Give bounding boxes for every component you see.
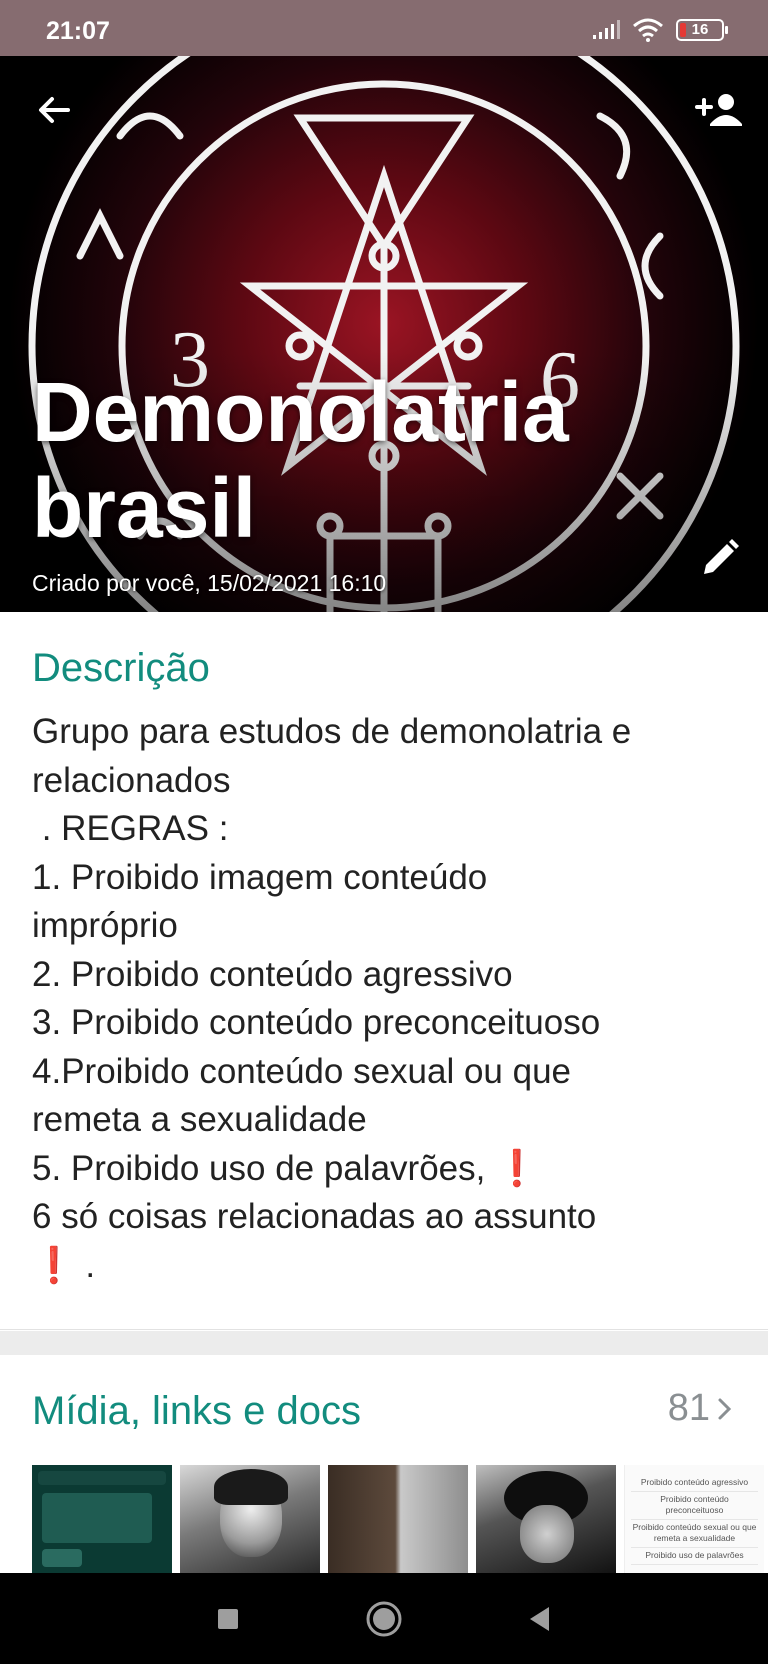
media-heading: Mídia, links e docs	[32, 1389, 362, 1433]
media-thumbnail-photo[interactable]	[328, 1465, 468, 1573]
description-line-text: 5. Proibido uso de palavrões,	[32, 1148, 496, 1188]
home-circle-icon[interactable]	[362, 1597, 406, 1641]
exclamation-icon: ❗	[495, 1148, 539, 1188]
edit-pencil-icon[interactable]	[696, 534, 744, 582]
media-count: 81	[667, 1387, 710, 1429]
doc-thumb-line: Proibido uso de palavrões	[631, 1548, 758, 1565]
status-icons: 16	[592, 18, 728, 42]
description-line: 6 só coisas relacionadas ao assunto	[32, 1197, 597, 1236]
system-nav-bar	[0, 1573, 768, 1664]
doc-thumb-line: Proibido conteúdo preconceituoso	[631, 1492, 758, 1520]
created-info: Criado por você, 15/02/2021 16:10	[32, 570, 387, 596]
media-section[interactable]: Mídia, links e docs 81 Proibido conteúdo…	[0, 1355, 768, 1573]
battery-icon: 16	[676, 19, 728, 41]
section-divider	[0, 1331, 768, 1355]
group-name: Demonolatria brasil	[32, 364, 592, 556]
wifi-icon	[633, 18, 663, 42]
battery-level: 16	[691, 21, 709, 38]
description-line-rule5: 5. Proibido uso de palavrões, ❗	[32, 1145, 742, 1194]
media-thumbnails: Proibido conteúdo agressivo Proibido con…	[32, 1465, 764, 1573]
description-section[interactable]: Descrição Grupo para estudos de demonola…	[0, 612, 768, 1330]
doc-thumb-line: Proibido conteúdo agressivo	[631, 1475, 758, 1492]
back-triangle-icon[interactable]	[518, 1597, 562, 1641]
media-thumbnail-document[interactable]: Proibido conteúdo agressivo Proibido con…	[624, 1465, 764, 1573]
description-line-rule6-end: ❗ .	[32, 1242, 742, 1291]
description-line: 4.Proibido conteúdo sexual ou que	[32, 1051, 572, 1091]
description-line: relacionados	[32, 760, 231, 800]
media-count-link[interactable]: 81	[668, 1387, 734, 1430]
recents-square-icon[interactable]	[206, 1597, 250, 1641]
media-thumbnail-chat[interactable]	[32, 1465, 172, 1573]
description-line: remeta a sexualidade	[32, 1100, 367, 1139]
exclamation-icon: ❗	[32, 1245, 76, 1285]
description-line: impróprio	[32, 906, 178, 945]
group-header: 3 6 Demonolatria brasil Criado por você,…	[0, 56, 768, 612]
group-name-line1: Demonolatria	[32, 365, 569, 459]
media-thumbnail-photo[interactable]	[476, 1465, 616, 1573]
back-arrow-icon[interactable]	[30, 86, 78, 134]
doc-thumb-line: Proibido conteúdo sexual ou que remeta a…	[631, 1520, 758, 1548]
description-text: Grupo para estudos de demonolatria e rel…	[32, 708, 742, 1290]
status-bar: 21:07 16	[0, 0, 768, 56]
chevron-right-icon	[718, 1398, 732, 1419]
add-participant-icon[interactable]	[694, 86, 746, 134]
description-line: . REGRAS :	[32, 809, 229, 848]
description-heading: Descrição	[32, 646, 210, 690]
group-name-line2: brasil	[32, 461, 257, 555]
description-line: 2. Proibido conteúdo agressivo	[32, 954, 513, 994]
description-line-text: .	[75, 1245, 96, 1285]
description-line: 3. Proibido conteúdo preconceituoso	[32, 1003, 601, 1042]
description-line: Grupo para estudos de demonolatria e	[32, 712, 632, 751]
status-time: 21:07	[46, 17, 110, 45]
signal-icon	[593, 20, 620, 39]
media-thumbnail-photo[interactable]	[180, 1465, 320, 1573]
description-line: 1. Proibido imagem conteúdo	[32, 857, 488, 897]
